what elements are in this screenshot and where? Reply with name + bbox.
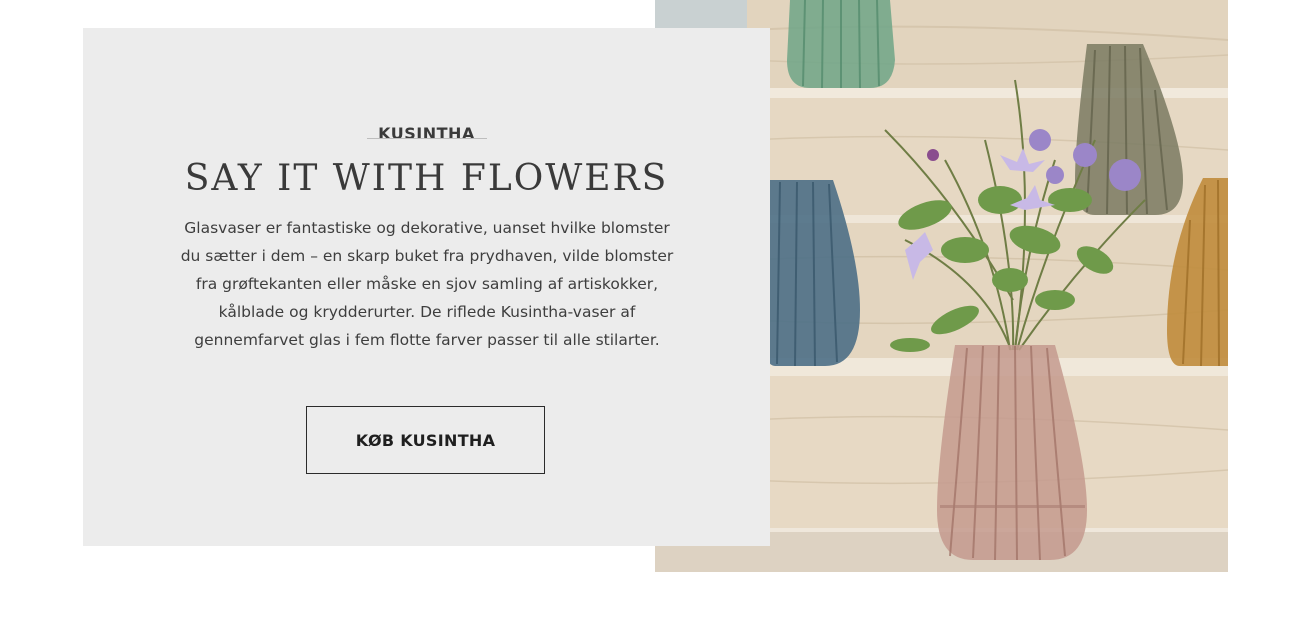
shop-kusintha-button[interactable]: KØB KUSINTHA — [306, 406, 545, 474]
promo-panel: KUSINTHA SAY IT WITH FLOWERS Glasvaser e… — [83, 28, 770, 546]
promo-description: Glasvaser er fantastiske og dekorative, … — [180, 219, 674, 349]
promo-heading: SAY IT WITH FLOWERS — [184, 158, 669, 199]
collection-eyebrow: KUSINTHA — [378, 124, 475, 143]
divider — [367, 138, 487, 139]
